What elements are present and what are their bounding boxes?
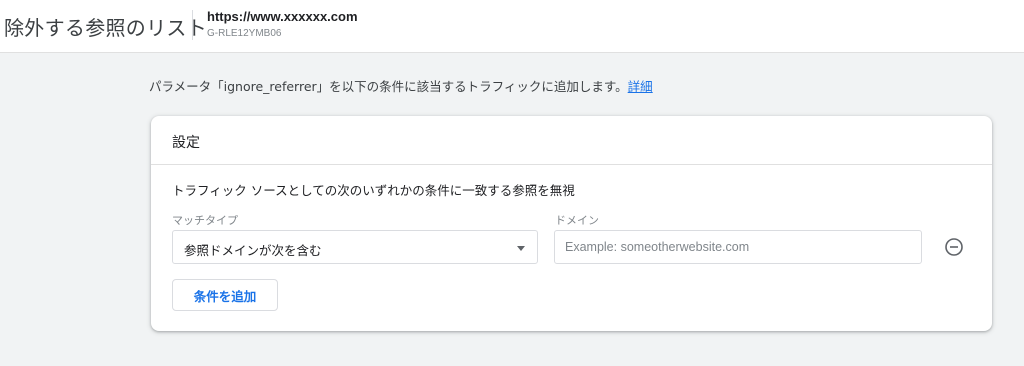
page-header: 除外する参照のリスト https://www.xxxxxx.com G-RLE1… <box>0 0 1024 53</box>
header-divider <box>192 10 193 40</box>
match-type-select[interactable]: 参照ドメインが次を含む <box>172 230 538 264</box>
domain-input[interactable] <box>554 230 922 264</box>
card-divider <box>151 164 992 165</box>
description: パラメータ「ignore_referrer」を以下の条件に該当するトラフィックに… <box>149 76 653 95</box>
match-type-value: 参照ドメインが次を含む <box>184 243 322 258</box>
add-condition-button[interactable]: 条件を追加 <box>172 279 278 311</box>
settings-card: 設定 トラフィック ソースとしての次のいずれかの条件に一致する参照を無視 マッチ… <box>151 116 992 331</box>
remove-circle-icon <box>945 238 963 256</box>
rule-description: トラフィック ソースとしての次のいずれかの条件に一致する参照を無視 <box>172 183 575 198</box>
card-title: 設定 <box>172 135 200 151</box>
domain-label: ドメイン <box>555 214 599 227</box>
property-url: https://www.xxxxxx.com <box>207 9 358 24</box>
details-link[interactable]: 詳細 <box>628 79 653 94</box>
page-title: 除外する参照のリスト <box>4 16 207 40</box>
description-text: パラメータ「ignore_referrer」を以下の条件に該当するトラフィックに… <box>149 79 628 94</box>
remove-condition-button[interactable] <box>944 237 964 257</box>
dropdown-arrow-icon <box>517 246 525 251</box>
match-type-label: マッチタイプ <box>172 214 238 227</box>
property-id: G-RLE12YMB06 <box>207 28 282 39</box>
